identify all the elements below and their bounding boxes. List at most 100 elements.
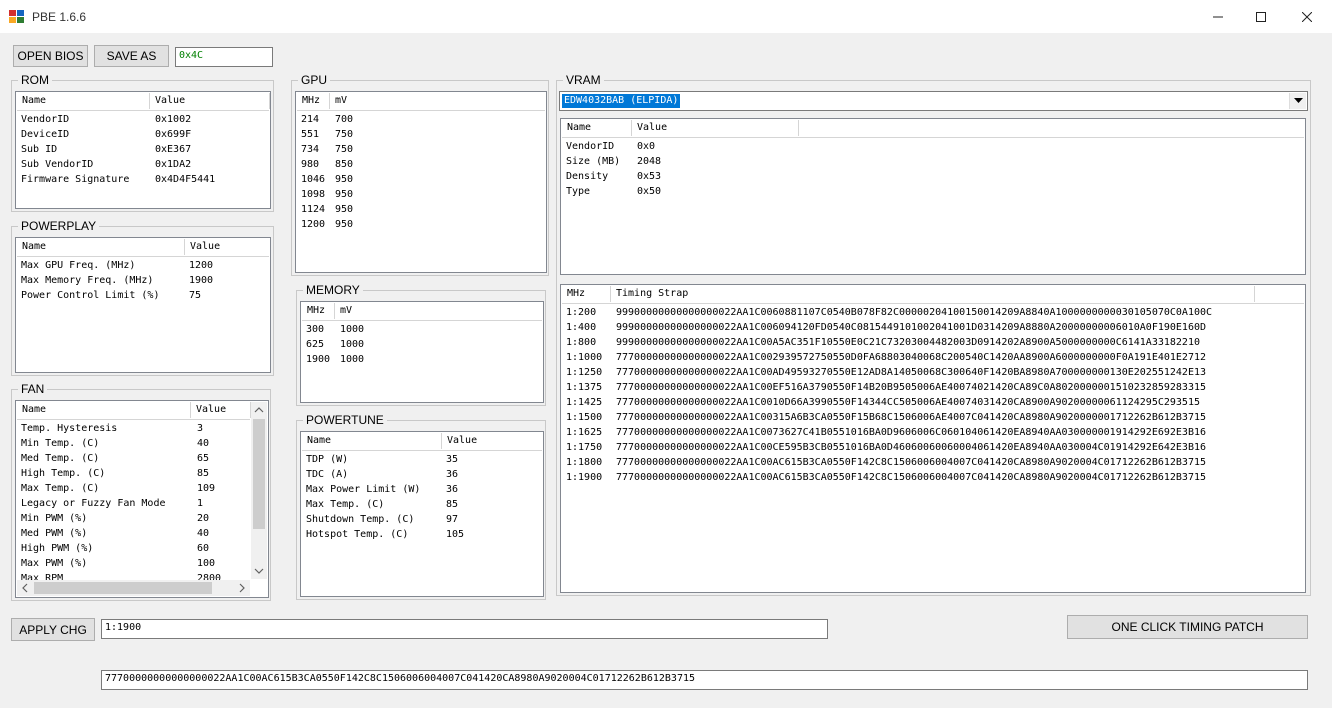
powerplay-col-value[interactable]: Value [185, 239, 270, 255]
save-as-button[interactable]: SAVE AS [94, 45, 169, 67]
gpu-cell-mv: 950 [335, 219, 354, 230]
fan-vertical-thumb[interactable] [253, 419, 265, 529]
gpu-cell-mhz: 1098 [301, 189, 326, 200]
rom-cell-name: VendorID [21, 114, 70, 125]
vram-info-cell-value: 0x0 [637, 141, 656, 152]
close-button[interactable] [1284, 0, 1330, 33]
scroll-down-icon[interactable] [251, 563, 267, 579]
timing-cell-strap: 77700000000000000022AA1C00CE595B3CB05510… [616, 442, 1207, 453]
memory-col-mv[interactable]: mV [335, 303, 543, 319]
timing-col-mhz[interactable]: MHz [562, 286, 611, 302]
timing-cell-mhz: 1:200 [566, 307, 597, 318]
memory-list-body: 300 1000 625 1000 1900 1000 [302, 321, 542, 401]
powerplay-list-body: Max GPU Freq. (MHz) 1200 Max Memory Freq. … [17, 257, 269, 371]
fan-cell-name: Max PWM (%) [21, 558, 88, 569]
vram-info-cell-name: Density [566, 171, 609, 182]
powertune-cell-value: 35 [446, 454, 459, 465]
fan-cell-value: 20 [197, 513, 210, 524]
chevron-down-icon[interactable] [1289, 93, 1306, 109]
rom-cell-name: Sub ID [21, 144, 58, 155]
powertune-col-name[interactable]: Name [302, 433, 442, 449]
maximize-button[interactable] [1238, 0, 1284, 33]
vram-selected-value: EDW4032BAB (ELPIDA) [562, 94, 681, 108]
checksum-field[interactable]: 0x4C [175, 47, 273, 67]
fan-horizontal-scrollbar[interactable] [17, 580, 250, 596]
timing-col-strap[interactable]: Timing Strap [611, 286, 1255, 302]
gpu-cell-mhz: 214 [301, 114, 320, 125]
gpu-list[interactable]: MHz mV 214 700 551 750 734 750 980 850 1046 950 10… [295, 91, 547, 273]
vram-info-list[interactable]: Name Value VendorID 0x0 Size (MB) 2048 Densi… [560, 118, 1306, 275]
powertune-list[interactable]: Name Value TDP (W) 35 TDC (A) 36 Max Power L… [300, 431, 544, 597]
powertune-col-value[interactable]: Value [442, 433, 543, 449]
gpu-cell-mv: 850 [335, 159, 354, 170]
gpu-cell-mhz: 551 [301, 129, 320, 140]
gpu-col-mv[interactable]: mV [330, 93, 546, 109]
vram-select[interactable]: EDW4032BAB (ELPIDA) [559, 91, 1308, 111]
scroll-up-icon[interactable] [251, 402, 267, 418]
fan-cell-name: Max Temp. (C) [21, 483, 100, 494]
powerplay-cell-name: Max GPU Freq. (MHz) [21, 260, 136, 271]
timing-strap-field[interactable]: 77700000000000000022AA1C00AC615B3CA0550F… [101, 670, 1308, 690]
fan-col-value[interactable]: Value [191, 402, 251, 418]
memory-list[interactable]: MHz mV 300 1000 625 1000 1900 1000 [300, 301, 544, 403]
powertune-cell-value: 36 [446, 469, 459, 480]
timing-cell-strap: 77700000000000000022AA1C00EF516A3790550F… [616, 382, 1207, 393]
powertune-cell-name: Shutdown Temp. (C) [306, 514, 415, 525]
fan-list[interactable]: Name Value Temp. Hysteresis 3 Min Temp. (C… [15, 400, 269, 598]
fan-cell-name: Min Temp. (C) [21, 438, 100, 449]
gpu-cell-mhz: 1046 [301, 174, 326, 185]
rom-cell-value: 0x699F [155, 129, 192, 140]
memory-col-mhz[interactable]: MHz [302, 303, 335, 319]
vram-info-col-value[interactable]: Value [632, 120, 799, 136]
powerplay-group-title: POWERPLAY [18, 219, 100, 233]
memory-cell-mhz: 1900 [306, 354, 331, 365]
gpu-cell-mv: 700 [335, 114, 354, 125]
memory-list-header: MHz mV [302, 303, 542, 321]
fan-vertical-scrollbar[interactable] [251, 402, 267, 579]
memory-cell-mhz: 625 [306, 339, 325, 350]
timing-cell-strap: 77700000000000000022AA1C002939572750550D… [616, 352, 1207, 363]
timing-cell-strap: 77700000000000000022AA1C00AC615B3CA0550F… [616, 457, 1207, 468]
timing-cell-strap: 77700000000000000022AA1C00315A6B3CA0550F… [616, 412, 1207, 423]
powertune-cell-value: 105 [446, 529, 465, 540]
fan-cell-value: 100 [197, 558, 216, 569]
apply-changes-button[interactable]: APPLY CHG [11, 618, 95, 641]
one-click-timing-patch-button[interactable]: ONE CLICK TIMING PATCH [1067, 615, 1308, 639]
timing-strap-list[interactable]: MHz Timing Strap 1:200 999000000000000000… [560, 284, 1306, 593]
rom-list[interactable]: Name Value VendorID 0x1002 DeviceID 0x699F S… [15, 91, 271, 209]
fan-list-header: Name Value [17, 402, 251, 420]
memory-group: MEMORY MHz mV 300 1000 625 1000 1900 1000 [296, 283, 546, 406]
vram-info-cell-value: 0x50 [637, 186, 662, 197]
fan-cell-value: 40 [197, 528, 210, 539]
rom-list-body: VendorID 0x1002 DeviceID 0x699F Sub ID 0xE367… [17, 111, 269, 207]
open-bios-button[interactable]: OPEN BIOS [13, 45, 88, 67]
selected-mhz-field[interactable]: 1:1900 [101, 619, 828, 639]
vram-info-col-name[interactable]: Name [562, 120, 632, 136]
rom-col-name[interactable]: Name [17, 93, 150, 109]
scroll-right-icon[interactable] [234, 580, 250, 596]
memory-cell-mv: 1000 [340, 339, 365, 350]
fan-cell-name: High PWM (%) [21, 543, 94, 554]
gpu-cell-mv: 950 [335, 204, 354, 215]
timing-cell-mhz: 1:1000 [566, 352, 603, 363]
timing-cell-mhz: 1:1375 [566, 382, 603, 393]
gpu-col-mhz[interactable]: MHz [297, 93, 330, 109]
timing-cell-mhz: 1:1800 [566, 457, 603, 468]
fan-cell-name: High Temp. (C) [21, 468, 106, 479]
timing-cell-mhz: 1:1425 [566, 397, 603, 408]
powerplay-group: POWERPLAY Name Value Max GPU Freq. (MHz)… [11, 219, 274, 376]
gpu-cell-mv: 950 [335, 174, 354, 185]
powerplay-cell-value: 1900 [189, 275, 214, 286]
fan-col-name[interactable]: Name [17, 402, 191, 418]
minimize-button[interactable] [1195, 0, 1241, 33]
powertune-group: POWERTUNE Name Value TDP (W) 35 TDC (A) 36 M… [296, 413, 546, 600]
fan-group-title: FAN [18, 382, 48, 396]
powerplay-col-name[interactable]: Name [17, 239, 185, 255]
fan-horizontal-thumb[interactable] [34, 582, 212, 594]
close-icon [1302, 11, 1312, 22]
powerplay-list[interactable]: Name Value Max GPU Freq. (MHz) 1200 Max Me… [15, 237, 271, 373]
timing-cell-strap: 99900000000000000022AA1C00A5AC351F10550E… [616, 337, 1200, 348]
powertune-list-body: TDP (W) 35 TDC (A) 36 Max Power Limit (W) 36 M… [302, 451, 542, 595]
scroll-left-icon[interactable] [17, 580, 33, 596]
rom-col-value[interactable]: Value [150, 93, 270, 109]
